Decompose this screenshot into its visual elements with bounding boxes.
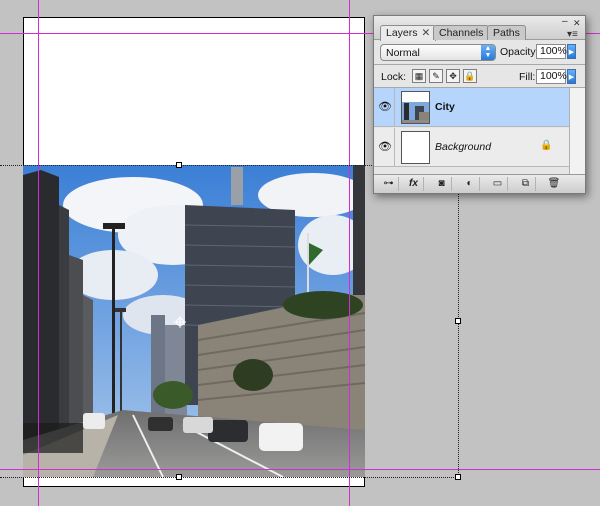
transform-center-point-icon[interactable] bbox=[174, 316, 186, 328]
transform-handle-top[interactable] bbox=[176, 162, 182, 168]
transform-handle-bottom-right[interactable] bbox=[455, 474, 461, 480]
panel-footer: ⊶ fx ◙ ◐ ▭ ⧉ 🗑 bbox=[374, 174, 585, 193]
layer-name-background[interactable]: Background bbox=[435, 141, 491, 153]
opacity-arrow-icon[interactable]: ▶ bbox=[567, 44, 576, 59]
layers-scrollbar[interactable] bbox=[569, 88, 585, 174]
link-icon[interactable]: ⊶ bbox=[379, 177, 399, 191]
panel-close-icon[interactable]: ✕ bbox=[573, 18, 581, 29]
transform-box-bottom-edge bbox=[0, 477, 460, 478]
new-layer-icon[interactable]: ⧉ bbox=[516, 177, 536, 191]
tab-channels[interactable]: Channels bbox=[433, 25, 490, 40]
vertical-guide-right[interactable] bbox=[349, 0, 350, 506]
panel-menu-icon[interactable]: ▾≡ bbox=[567, 29, 578, 40]
city-photo[interactable] bbox=[23, 165, 365, 477]
tab-close-icon[interactable]: ✕ bbox=[422, 27, 431, 39]
eye-icon: 👁 bbox=[378, 141, 392, 153]
fill-field[interactable]: 100% bbox=[536, 69, 567, 84]
city-photo-image bbox=[23, 165, 365, 477]
mask-icon[interactable]: ◙ bbox=[432, 177, 452, 191]
lock-transparency-icon[interactable]: ▦ bbox=[412, 69, 426, 83]
tab-channels-label: Channels bbox=[439, 27, 484, 39]
updown-arrows-icon: ▲ ▼ bbox=[481, 45, 495, 60]
layers-panel: Layers ✕ Channels Paths – ✕ ▾≡ Normal ▲ ▼ … bbox=[373, 15, 586, 194]
layer-thumbnail bbox=[401, 91, 430, 124]
horizontal-guide-bottom[interactable] bbox=[0, 469, 600, 470]
lock-icon: 🔒 bbox=[540, 140, 553, 151]
layer-row-city[interactable]: 👁 City bbox=[374, 88, 569, 127]
adjustment-icon[interactable]: ◐ bbox=[460, 177, 480, 191]
blend-mode-value: Normal bbox=[386, 47, 420, 59]
tab-layers[interactable]: Layers ✕ bbox=[380, 25, 437, 41]
fill-label: Fill: bbox=[519, 71, 536, 83]
fill-arrow-icon[interactable]: ▶ bbox=[567, 69, 576, 84]
eye-icon: 👁 bbox=[378, 101, 392, 113]
tab-layers-label: Layers bbox=[386, 27, 418, 39]
lock-label: Lock: bbox=[381, 71, 407, 83]
panel-minimize-icon[interactable]: – bbox=[562, 16, 568, 27]
trash-icon[interactable]: 🗑 bbox=[544, 177, 564, 191]
lock-all-icon[interactable]: 🔒 bbox=[463, 69, 477, 83]
group-icon[interactable]: ▭ bbox=[488, 177, 508, 191]
opacity-field[interactable]: 100% bbox=[536, 44, 567, 59]
divider bbox=[374, 64, 585, 65]
layer-name-city[interactable]: City bbox=[435, 101, 455, 113]
layer-row-background[interactable]: 👁 Background 🔒 bbox=[374, 128, 569, 167]
visibility-toggle[interactable]: 👁 bbox=[374, 88, 395, 127]
visibility-toggle[interactable]: 👁 bbox=[374, 128, 395, 167]
panel-tab-bar: Layers ✕ Channels Paths – ✕ ▾≡ bbox=[374, 16, 585, 41]
city-thumbnail-icon bbox=[402, 92, 429, 123]
transform-handle-bottom[interactable] bbox=[176, 474, 182, 480]
blend-mode-select[interactable]: Normal ▲ ▼ bbox=[380, 44, 496, 61]
layer-thumbnail bbox=[401, 131, 430, 164]
opacity-label: Opacity: bbox=[500, 46, 539, 58]
vertical-guide-left[interactable] bbox=[38, 0, 39, 506]
fx-icon[interactable]: fx bbox=[404, 177, 424, 191]
transform-handle-right[interactable] bbox=[455, 318, 461, 324]
tab-paths[interactable]: Paths bbox=[487, 25, 526, 40]
tab-paths-label: Paths bbox=[493, 27, 520, 39]
lock-brush-icon[interactable]: ✎ bbox=[429, 69, 443, 83]
lock-move-icon[interactable]: ✥ bbox=[446, 69, 460, 83]
